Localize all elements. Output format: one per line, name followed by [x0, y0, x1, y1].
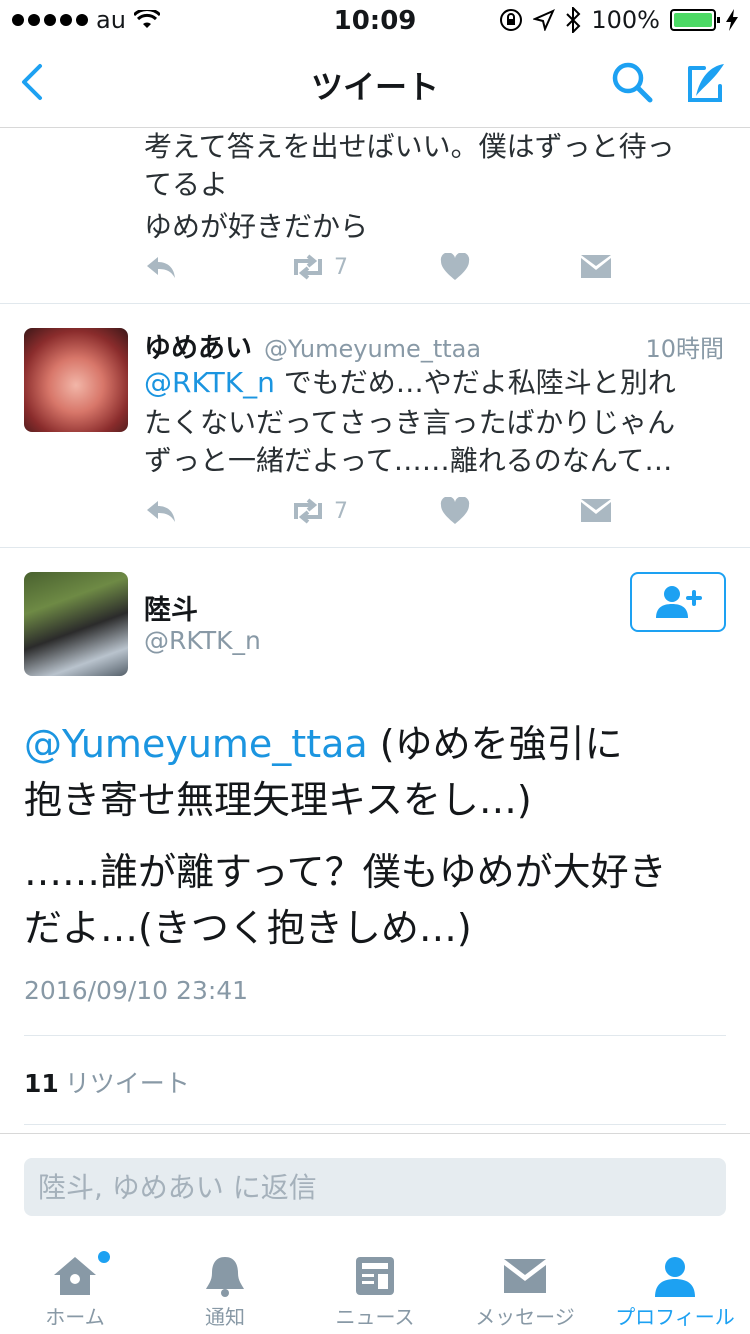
avatar[interactable] [24, 328, 128, 432]
tab-bar: ホーム 通知 ニュース メッセージ プロフィール [0, 1231, 750, 1334]
reply-button[interactable] [144, 247, 178, 287]
nav-bar: ツイート [0, 40, 750, 128]
tweet-text-line: 抱き寄せ無理矢理キスをし…) [24, 778, 532, 822]
location-icon [533, 9, 556, 31]
tweet-text: @RKTK_n でもだめ…やだよ私陸斗と別れ たくないだってさっき言ったばかりじ… [144, 364, 724, 480]
tweet-item[interactable]: 考えて答えを出せばいい。僕はずっと待っ てるよ ゆめが好きだから 7 [0, 128, 750, 304]
tab-label: ニュース [335, 1305, 415, 1329]
charging-bolt-icon [726, 9, 738, 31]
retweet-icon [294, 498, 322, 524]
retweet-button[interactable]: 7 [288, 491, 348, 531]
tweet-text-line: 考えて答えを出せばいい。僕はずっと待っ [144, 130, 675, 163]
heart-icon [440, 497, 470, 524]
reply-icon [147, 257, 175, 278]
tab-messages[interactable]: メッセージ [450, 1231, 600, 1334]
retweets-stat[interactable]: 11 リツイート [24, 1064, 190, 1100]
battery-percent: 100% [591, 6, 660, 34]
tweet-actions: 7 [144, 491, 614, 531]
envelope-icon [581, 499, 611, 522]
like-button[interactable] [440, 247, 470, 287]
retweet-count: 7 [334, 254, 348, 280]
user-handle[interactable]: @Yumeyume_ttaa [264, 335, 481, 363]
status-right: 100% [499, 6, 738, 34]
status-bar: au 10:09 100% [0, 0, 750, 40]
mention-link[interactable]: @RKTK_n [144, 366, 275, 399]
tweet-text-line: ゆめが好きだから [144, 210, 369, 243]
display-name[interactable]: 陸斗 [144, 588, 198, 627]
tweet-header: ゆめあい @Yumeyume_ttaa 10時間 [144, 326, 724, 366]
bluetooth-icon [566, 7, 581, 33]
retweet-count: 7 [334, 498, 348, 524]
direct-message-button[interactable] [580, 491, 612, 531]
search-icon[interactable] [610, 60, 654, 104]
tweet-text-line: ……誰が離すって？僕もゆめが大好き [24, 850, 667, 894]
tweet-actions: 7 [144, 247, 614, 287]
envelope-icon [504, 1259, 546, 1293]
notification-dot [98, 1251, 110, 1263]
retweets-count: 11 [24, 1069, 59, 1098]
avatar[interactable] [24, 572, 128, 676]
tweet-text: 考えて答えを出せばいい。僕はずっと待っ てるよ ゆめが好きだから [144, 128, 724, 246]
tweet-text-segment: (ゆめを強引に [367, 722, 623, 766]
retweet-button[interactable]: 7 [288, 247, 348, 287]
divider [24, 1124, 726, 1125]
tweet-time: 10時間 [645, 335, 724, 363]
tweet-text-line: @RKTK_n でもだめ…やだよ私陸斗と別れ [144, 364, 724, 402]
tweet-item[interactable]: ゆめあい @Yumeyume_ttaa 10時間 @RKTK_n でもだめ…やだ… [0, 304, 750, 548]
tab-label: メッセージ [475, 1305, 575, 1329]
tweet-timestamp: 2016/09/10 23:41 [24, 976, 249, 1005]
battery-icon [670, 9, 720, 31]
direct-message-button[interactable] [580, 247, 612, 287]
tab-news[interactable]: ニュース [300, 1231, 450, 1334]
reply-bar [0, 1133, 750, 1231]
user-handle[interactable]: @RKTK_n [144, 626, 261, 655]
tweet-detail: 陸斗 @RKTK_n @Yumeyume_ttaa (ゆめを強引に 抱き寄せ無理… [0, 548, 750, 1138]
reply-button[interactable] [144, 491, 178, 531]
tab-label: ホーム [45, 1305, 105, 1329]
display-name[interactable]: ゆめあい [144, 326, 252, 365]
like-button[interactable] [440, 491, 470, 531]
tweet-text-line: だよ…(きつく抱きしめ…) [24, 906, 472, 950]
rotation-lock-icon [500, 9, 523, 31]
news-icon [356, 1257, 394, 1295]
retweets-label: リツイート [64, 1069, 190, 1098]
heart-icon [440, 253, 470, 280]
profile-icon [655, 1257, 695, 1297]
tweet-text-line: @Yumeyume_ttaa (ゆめを強引に [24, 716, 724, 772]
compose-tweet-icon[interactable] [682, 60, 728, 106]
divider [24, 1035, 726, 1036]
tweet-text-line: ずっと一緒だよって……離れるのなんて… [144, 444, 673, 477]
home-icon [54, 1257, 96, 1295]
tweet-text-line: たくないだってさっき言ったばかりじゃん [144, 406, 676, 439]
tab-label: プロフィール [615, 1305, 735, 1329]
tweet-text-line: てるよ [144, 168, 229, 201]
tab-home[interactable]: ホーム [0, 1231, 150, 1334]
tab-label: 通知 [205, 1305, 245, 1329]
add-user-icon [656, 586, 702, 618]
tab-notifications[interactable]: 通知 [150, 1231, 300, 1334]
bell-icon [206, 1257, 244, 1297]
reply-input[interactable] [24, 1158, 726, 1216]
retweet-icon [294, 254, 322, 280]
follow-button[interactable] [630, 572, 726, 632]
tweet-text-segment: でもだめ…やだよ私陸斗と別れ [274, 366, 676, 399]
envelope-icon [581, 255, 611, 278]
mention-link[interactable]: @Yumeyume_ttaa [24, 722, 368, 766]
reply-icon [147, 501, 175, 522]
tab-profile[interactable]: プロフィール [600, 1231, 750, 1334]
